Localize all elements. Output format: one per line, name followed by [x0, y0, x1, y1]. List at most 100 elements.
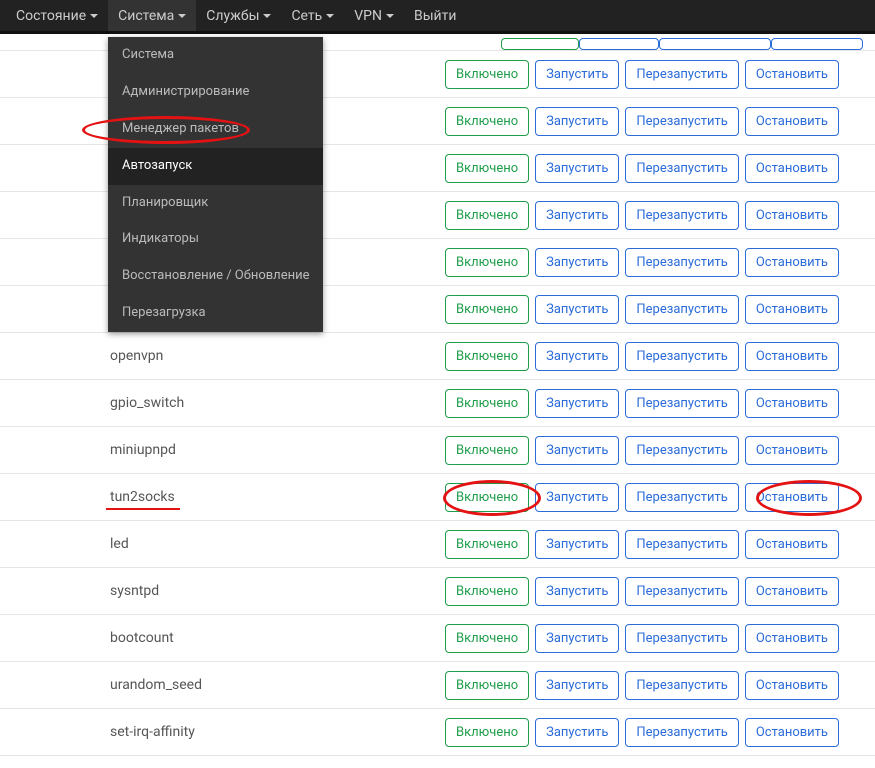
enabled-button[interactable]: Включено: [445, 718, 529, 747]
restart-button[interactable]: Перезапустить: [625, 671, 738, 700]
action-cell: ВключеноЗапуститьПерезапуститьОстановить: [445, 107, 875, 136]
stop-button[interactable]: Остановить: [745, 107, 839, 136]
restart-button[interactable]: Перезапустить: [625, 295, 738, 324]
start-button[interactable]: Запустить: [535, 577, 619, 606]
dropdown-item-0[interactable]: Система: [108, 37, 323, 74]
restart-button[interactable]: Перезапустить: [625, 436, 738, 465]
stop-button[interactable]: Остановить: [745, 624, 839, 653]
restart-button[interactable]: Перезапустить: [625, 154, 738, 183]
action-cell: ВключеноЗапуститьПерезапуститьОстановить: [445, 718, 875, 747]
enabled-button[interactable]: Включено: [445, 201, 529, 230]
start-button[interactable]: Запустить: [535, 60, 619, 89]
nav-item-0[interactable]: Состояние: [6, 0, 108, 31]
restart-button[interactable]: Перезапустить: [625, 201, 738, 230]
start-button[interactable]: Запустить: [535, 154, 619, 183]
restart-button[interactable]: [659, 38, 771, 50]
service-name: bootcount: [0, 630, 445, 646]
start-button[interactable]: Запустить: [535, 718, 619, 747]
nav-label: Службы: [206, 8, 259, 24]
nav-item-4[interactable]: VPN: [344, 0, 404, 31]
chevron-down-icon: [263, 14, 271, 18]
restart-button[interactable]: Перезапустить: [625, 624, 738, 653]
action-cell: ВключеноЗапуститьПерезапуститьОстановить: [445, 436, 875, 465]
action-cell: ВключеноЗапуститьПерезапуститьОстановить: [445, 342, 875, 371]
stop-button[interactable]: Остановить: [745, 577, 839, 606]
enabled-button[interactable]: Включено: [445, 624, 529, 653]
restart-button[interactable]: Перезапустить: [625, 718, 738, 747]
dropdown-item-2[interactable]: Менеджер пакетов: [108, 111, 323, 148]
start-button[interactable]: Запустить: [535, 201, 619, 230]
dropdown-item-6[interactable]: Восстановление / Обновление: [108, 258, 323, 295]
start-button[interactable]: Запустить: [535, 436, 619, 465]
action-cell: ВключеноЗапуститьПерезапуститьОстановить: [445, 530, 875, 559]
stop-button[interactable]: Остановить: [745, 154, 839, 183]
enabled-button[interactable]: Включено: [445, 342, 529, 371]
action-cell: ВключеноЗапуститьПерезапуститьОстановить: [445, 483, 875, 512]
enabled-button[interactable]: Включено: [445, 107, 529, 136]
start-button[interactable]: Запустить: [535, 671, 619, 700]
restart-button[interactable]: Перезапустить: [625, 248, 738, 277]
start-button[interactable]: Запустить: [535, 624, 619, 653]
service-row: miniupnpdВключеноЗапуститьПерезапуститьО…: [0, 427, 875, 474]
nav-item-1[interactable]: Система: [108, 0, 196, 31]
annotation-underline: [106, 508, 180, 510]
start-button[interactable]: Запустить: [535, 295, 619, 324]
stop-button[interactable]: Остановить: [745, 201, 839, 230]
dropdown-item-4[interactable]: Планировщик: [108, 185, 323, 222]
stop-button[interactable]: Остановить: [745, 530, 839, 559]
nav-label: Выйти: [414, 8, 457, 24]
nav-item-2[interactable]: Службы: [196, 0, 281, 31]
stop-button[interactable]: Остановить: [745, 248, 839, 277]
restart-button[interactable]: Перезапустить: [625, 577, 738, 606]
stop-button[interactable]: Остановить: [745, 671, 839, 700]
restart-button[interactable]: Перезапустить: [625, 530, 738, 559]
enabled-button[interactable]: Включено: [445, 60, 529, 89]
nav-item-5[interactable]: Выйти: [404, 0, 467, 31]
nav-label: Система: [118, 8, 174, 24]
stop-button[interactable]: Остановить: [745, 389, 839, 418]
stop-button[interactable]: Остановить: [745, 718, 839, 747]
start-button[interactable]: Запустить: [535, 342, 619, 371]
service-row: set-irq-affinityВключеноЗапуститьПерезап…: [0, 709, 875, 756]
service-row: openvpnВключеноЗапуститьПерезапуститьОст…: [0, 333, 875, 380]
enabled-button[interactable]: Включено: [445, 389, 529, 418]
stop-button[interactable]: Остановить: [745, 483, 839, 512]
system-dropdown: СистемаАдминистрированиеМенеджер пакетов…: [108, 37, 323, 332]
restart-button[interactable]: Перезапустить: [625, 483, 738, 512]
dropdown-item-1[interactable]: Администрирование: [108, 74, 323, 111]
enabled-button[interactable]: Включено: [445, 530, 529, 559]
enabled-button[interactable]: Включено: [445, 154, 529, 183]
enabled-button[interactable]: Включено: [445, 248, 529, 277]
start-button[interactable]: Запустить: [535, 107, 619, 136]
action-cell: ВключеноЗапуститьПерезапуститьОстановить: [445, 577, 875, 606]
enabled-button[interactable]: Включено: [445, 577, 529, 606]
enabled-button[interactable]: Включено: [445, 436, 529, 465]
stop-button[interactable]: Остановить: [745, 60, 839, 89]
restart-button[interactable]: Перезапустить: [625, 342, 738, 371]
start-button[interactable]: Запустить: [535, 483, 619, 512]
nav-label: Сеть: [291, 8, 322, 24]
service-name: gpio_switch: [0, 395, 445, 411]
stop-button[interactable]: [771, 38, 863, 50]
restart-button[interactable]: Перезапустить: [625, 60, 738, 89]
start-button[interactable]: Запустить: [535, 530, 619, 559]
restart-button[interactable]: Перезапустить: [625, 389, 738, 418]
action-cell: ВключеноЗапуститьПерезапуститьОстановить: [445, 671, 875, 700]
enabled-button[interactable]: Включено: [445, 671, 529, 700]
start-button[interactable]: [579, 38, 659, 50]
enabled-button[interactable]: Включено: [445, 483, 529, 512]
stop-button[interactable]: Остановить: [745, 436, 839, 465]
restart-button[interactable]: Перезапустить: [625, 107, 738, 136]
start-button[interactable]: Запустить: [535, 248, 619, 277]
service-name: sysntpd: [0, 583, 445, 599]
start-button[interactable]: Запустить: [535, 389, 619, 418]
nav-item-3[interactable]: Сеть: [281, 0, 344, 31]
dropdown-item-3[interactable]: Автозапуск: [108, 148, 323, 185]
enabled-button[interactable]: Включено: [445, 295, 529, 324]
dropdown-item-5[interactable]: Индикаторы: [108, 221, 323, 258]
dropdown-item-7[interactable]: Перезагрузка: [108, 295, 323, 332]
action-cell: ВключеноЗапуститьПерезапуститьОстановить: [445, 248, 875, 277]
stop-button[interactable]: Остановить: [745, 342, 839, 371]
stop-button[interactable]: Остановить: [745, 295, 839, 324]
enabled-button[interactable]: [501, 38, 579, 50]
